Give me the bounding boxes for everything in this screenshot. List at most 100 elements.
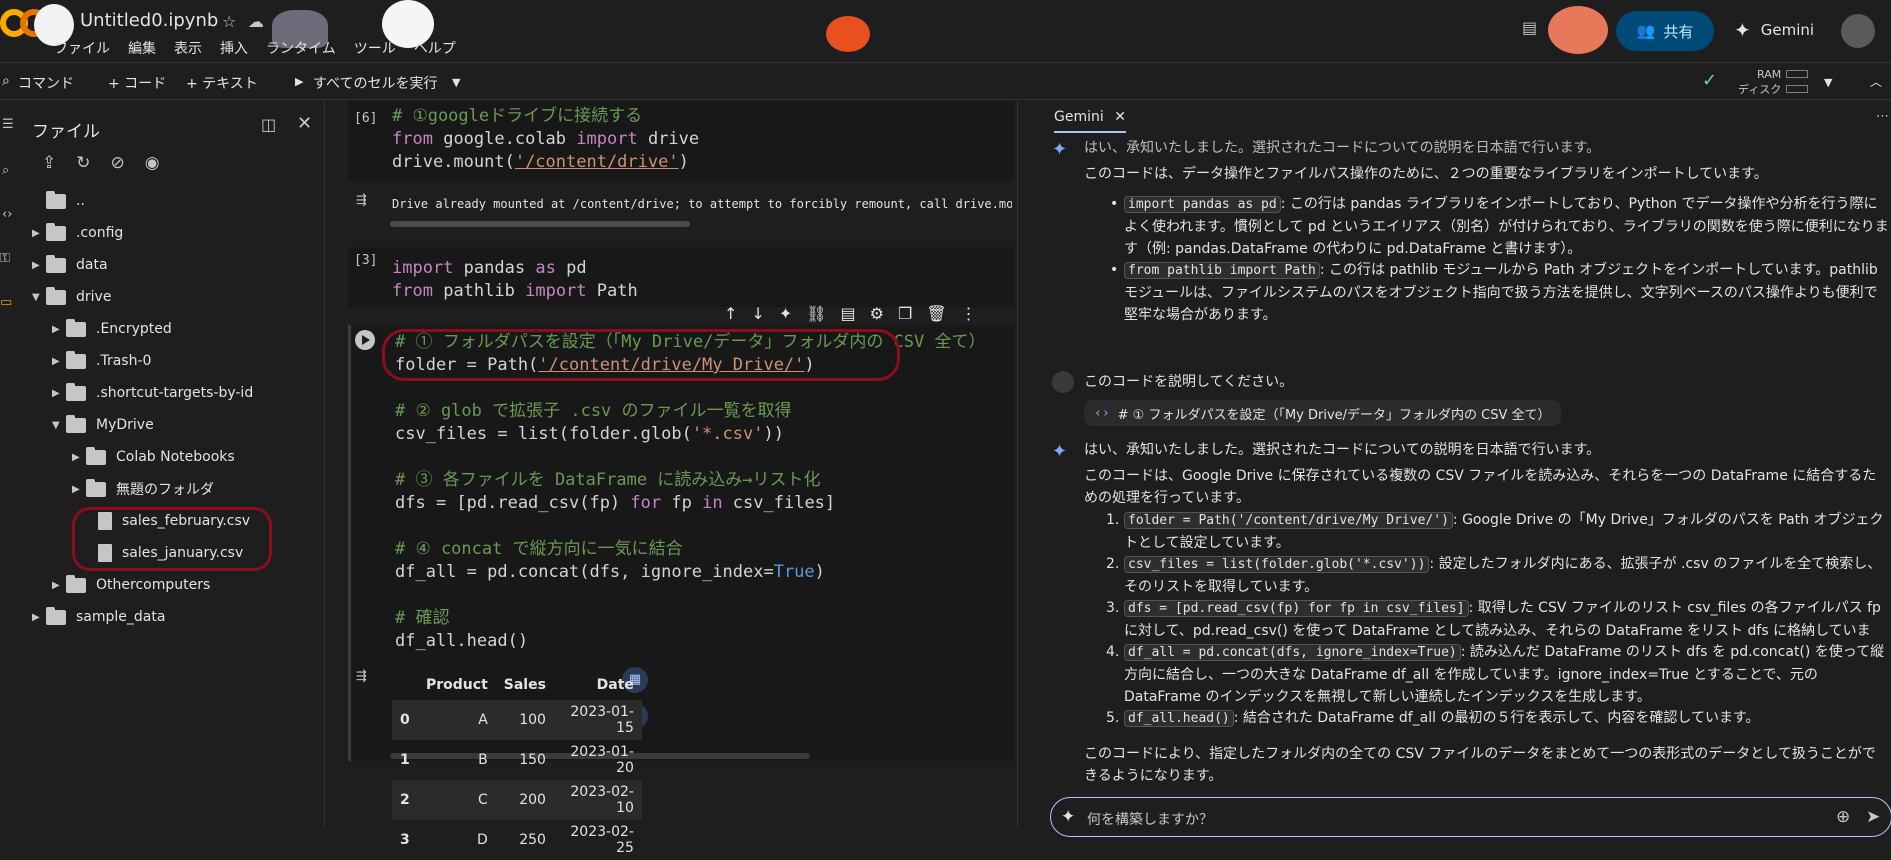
key-icon[interactable]: ⚿: [0, 251, 10, 266]
menu-help[interactable]: ヘルプ: [412, 38, 458, 58]
fox-sticker: [1548, 6, 1608, 54]
refresh-icon[interactable]: ↻: [76, 153, 90, 173]
file-browser: ファイル ◫ ✕ ⇪ ↻ ⊘ ◉ .. ▶ .config ▶ data ▼ driv…: [20, 101, 325, 827]
run-all-button[interactable]: すべてのセルを実行: [313, 73, 437, 93]
tree-item-sample-data[interactable]: ▶ sample_data: [32, 601, 165, 633]
chevron-right-icon[interactable]: ▶: [52, 580, 66, 591]
search-icon[interactable]: ⌕: [2, 163, 9, 178]
list-item: 4. df_all = pd.concat(dfs, ignore_index=…: [1106, 641, 1890, 708]
chevron-right-icon[interactable]: ▶: [32, 228, 46, 239]
cell-output: Drive already mounted at /content/drive;…: [392, 197, 1012, 211]
table-row: 3 D 250 2023-02-25: [400, 824, 634, 856]
link-icon[interactable]: ⛓: [806, 304, 826, 330]
chevron-up-icon[interactable]: ︿: [1870, 73, 1882, 90]
chevron-down-icon[interactable]: ▼: [1824, 76, 1832, 89]
list-item: 1. folder = Path('/content/drive/My Driv…: [1106, 509, 1890, 554]
menu-edit[interactable]: 編集: [126, 38, 158, 58]
output-toggle-icon[interactable]: ⇶: [356, 193, 367, 208]
code-cell[interactable]: import pandas as pd from pathlib import …: [348, 247, 1014, 307]
play-icon[interactable]: ▶: [295, 75, 303, 88]
menu-runtime[interactable]: ランタイム: [264, 38, 338, 58]
more-icon[interactable]: ⋮: [961, 304, 977, 330]
list-number: 3.: [1106, 600, 1120, 616]
folder-icon: [66, 350, 86, 369]
tab-gemini[interactable]: Gemini ✕: [1054, 109, 1126, 133]
add-text-button[interactable]: + テキスト: [186, 73, 258, 93]
menu-insert[interactable]: 挿入: [218, 38, 250, 58]
chevron-right-icon[interactable]: ▶: [32, 612, 46, 623]
tree-item-data[interactable]: ▶ data: [32, 249, 108, 281]
star-icon[interactable]: ☆: [222, 12, 236, 31]
output-toggle-icon[interactable]: ⇶: [356, 669, 367, 684]
cell-toolbar: ↑ ↓ ✦ ⛓ ▤ ⚙ ❐ 🗑 ⋮: [724, 304, 977, 330]
sparkle-icon[interactable]: ✦: [779, 304, 792, 330]
more-icon[interactable]: ⋯: [1876, 109, 1889, 124]
eye-icon[interactable]: ◉: [145, 153, 160, 173]
chevron-down-icon[interactable]: ▼: [52, 420, 66, 431]
tree-item-encrypted[interactable]: ▶ .Encrypted: [52, 313, 172, 345]
menu-view[interactable]: 表示: [172, 38, 204, 58]
avatar[interactable]: [1841, 14, 1875, 48]
add-icon[interactable]: ⊕: [1836, 807, 1850, 827]
list-number: 1.: [1106, 512, 1120, 528]
tree-item-othercomputers[interactable]: ▶ Othercomputers: [52, 569, 210, 601]
share-button[interactable]: 👥 共有: [1616, 11, 1714, 51]
code-cell[interactable]: # ①googleドライブに接続する from google.colab imp…: [348, 101, 1014, 181]
command-button[interactable]: コマンド: [18, 73, 74, 93]
comment-icon[interactable]: ▤: [841, 304, 856, 330]
horizontal-scrollbar[interactable]: [390, 221, 690, 227]
tree-item-parent[interactable]: ..: [32, 185, 85, 217]
tree-item-config[interactable]: ▶ .config: [32, 217, 123, 249]
code-icon: ‹›: [1094, 405, 1110, 421]
tree-item-trash[interactable]: ▶ .Trash-0: [52, 345, 151, 377]
folder-icon: [66, 318, 86, 337]
open-tab-icon[interactable]: ◫: [261, 115, 276, 134]
folder-icon[interactable]: ▭: [0, 295, 12, 310]
toc-icon[interactable]: ☰: [2, 117, 14, 132]
menu-file[interactable]: ファイル: [52, 38, 112, 58]
chevron-right-icon[interactable]: ▶: [52, 324, 66, 335]
arrow-down-icon[interactable]: ↓: [751, 304, 764, 330]
list-item: 5. df_all.head(): 結合された DataFrame df_all…: [1106, 707, 1890, 730]
gemini-button[interactable]: ✦ Gemini: [1734, 18, 1814, 42]
tree-item-untitled-folder[interactable]: ▶ 無題のフォルダ: [72, 473, 214, 505]
code-reference-chip[interactable]: ‹› # ① フォルダパスを設定（「My Drive/データ」フォルダ内の CSV…: [1084, 400, 1561, 426]
upload-icon[interactable]: ⇪: [42, 153, 56, 173]
check-icon: ✓: [1702, 70, 1718, 91]
disk-bar: [1786, 85, 1808, 93]
code-icon[interactable]: ‹›: [2, 207, 12, 222]
trash-icon[interactable]: 🗑: [926, 304, 946, 330]
search-icon[interactable]: ⌕: [2, 73, 10, 89]
chevron-down-icon[interactable]: ▼: [32, 292, 46, 303]
gear-icon[interactable]: ⚙: [870, 304, 884, 330]
resource-monitor[interactable]: RAM ディスク: [1738, 67, 1781, 97]
chevron-right-icon[interactable]: ▶: [52, 388, 66, 399]
run-cell-button[interactable]: [355, 330, 375, 350]
close-icon[interactable]: ✕: [1114, 109, 1126, 125]
file-actions: ⇪ ↻ ⊘ ◉: [42, 153, 160, 173]
list-item: • from pathlib import Path: この行は pathlib…: [1110, 259, 1890, 326]
tree-item-drive[interactable]: ▼ drive: [32, 281, 111, 313]
message-text: はい、承知いたしました。選択されたコードについての説明を日本語で行います。: [1084, 140, 1601, 155]
comment-icon[interactable]: ▤: [1522, 18, 1537, 37]
drive-off-icon[interactable]: ⊘: [111, 153, 125, 173]
chevron-right-icon[interactable]: ▶: [72, 452, 86, 463]
send-icon[interactable]: ➤: [1866, 807, 1880, 827]
copy-icon[interactable]: ❐: [898, 304, 912, 330]
tree-item-shortcut-targets[interactable]: ▶ .shortcut-targets-by-id: [52, 377, 253, 409]
cloud-icon[interactable]: ☁: [248, 12, 264, 31]
tree-item-colab-notebooks[interactable]: ▶ Colab Notebooks: [72, 441, 235, 473]
menu-tools[interactable]: ツール: [352, 38, 398, 58]
chevron-right-icon[interactable]: ▶: [32, 260, 46, 271]
notebook-title[interactable]: Untitled0.ipynb: [80, 10, 218, 31]
close-icon[interactable]: ✕: [297, 113, 312, 134]
message-text: このコードは、Google Drive に保存されている複数の CSV ファイル…: [1084, 468, 1877, 506]
chevron-down-icon[interactable]: ▼: [452, 76, 460, 89]
tree-item-mydrive[interactable]: ▼ MyDrive: [52, 409, 154, 441]
arrow-up-icon[interactable]: ↑: [724, 304, 737, 330]
people-icon: 👥: [1636, 22, 1656, 40]
chevron-right-icon[interactable]: ▶: [52, 356, 66, 367]
add-code-button[interactable]: + コード: [108, 73, 166, 93]
prompt-input[interactable]: ✦ 何を構築しますか？ ⊕ ➤: [1050, 797, 1891, 837]
chevron-right-icon[interactable]: ▶: [72, 484, 86, 495]
